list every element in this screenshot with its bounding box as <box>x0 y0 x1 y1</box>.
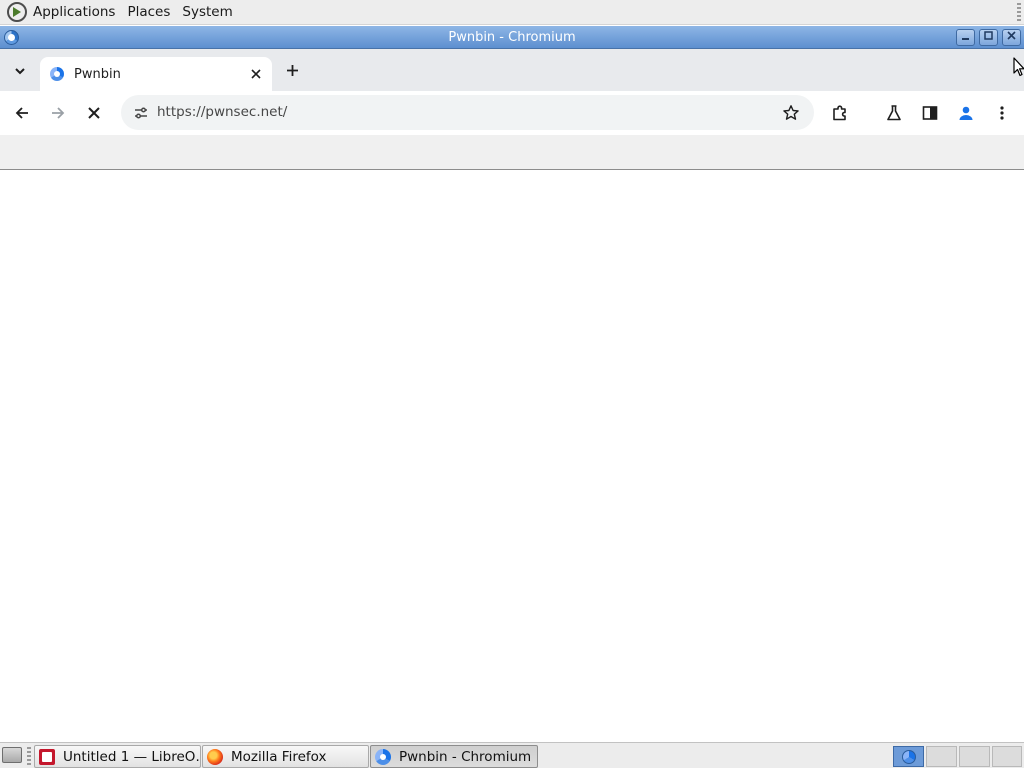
task-firefox[interactable]: Mozilla Firefox <box>202 745 369 768</box>
places-menu[interactable]: Places <box>127 4 170 20</box>
browser-toolbar: https://pwnsec.net/ <box>0 91 1024 135</box>
bookmark-bar <box>0 135 1024 170</box>
chromium-icon <box>902 750 916 764</box>
workspace-3[interactable] <box>959 746 990 767</box>
bottom-taskbar: Untitled 1 — LibreO… Mozilla Firefox Pwn… <box>0 742 1024 768</box>
workspace-1[interactable] <box>893 746 924 767</box>
tab-strip: Pwnbin <box>0 49 1024 91</box>
bookmark-button[interactable] <box>777 99 805 127</box>
profile-avatar-icon <box>959 106 973 120</box>
panel-handle[interactable] <box>1017 3 1021 21</box>
more-vertical-icon <box>1000 106 1004 120</box>
side-panel-button[interactable] <box>916 99 944 127</box>
favicon-icon <box>50 67 64 81</box>
puzzle-icon <box>833 105 846 121</box>
chevron-down-icon <box>15 68 25 75</box>
mouse-cursor-icon <box>1013 57 1024 77</box>
window-titlebar[interactable]: Pwnbin - Chromium <box>0 26 1024 49</box>
arrow-left-icon <box>15 107 28 119</box>
tab-title: Pwnbin <box>74 66 121 82</box>
workspace-2[interactable] <box>926 746 957 767</box>
tab-search-button[interactable] <box>8 59 32 83</box>
show-desktop-button[interactable] <box>2 747 22 763</box>
system-menu[interactable]: System <box>182 4 232 20</box>
stop-loading-button[interactable] <box>80 99 108 127</box>
maximize-button[interactable] <box>979 29 998 46</box>
task-label: Untitled 1 — LibreO… <box>63 748 201 765</box>
task-label: Mozilla Firefox <box>231 748 327 765</box>
close-icon <box>1007 31 1016 40</box>
stop-icon <box>88 107 100 119</box>
arrow-right-icon <box>52 107 65 119</box>
browser-menu-button[interactable] <box>988 99 1016 127</box>
chromium-icon <box>375 748 391 765</box>
profile-button[interactable] <box>952 99 980 127</box>
extensions-button[interactable] <box>826 99 854 127</box>
side-panel-icon <box>922 106 938 120</box>
maximize-icon <box>984 31 993 40</box>
close-icon <box>251 69 261 79</box>
flask-icon <box>887 105 901 121</box>
address-bar[interactable]: https://pwnsec.net/ <box>121 95 814 130</box>
labs-button[interactable] <box>880 99 908 127</box>
page-viewport[interactable] <box>0 171 1024 742</box>
tab-close-button[interactable] <box>246 64 266 84</box>
star-icon <box>783 105 799 120</box>
minimize-icon <box>962 38 969 40</box>
minimize-button[interactable] <box>956 29 975 46</box>
url-text[interactable]: https://pwnsec.net/ <box>157 104 287 120</box>
libreoffice-icon <box>39 748 55 765</box>
distro-logo-icon[interactable] <box>7 2 27 22</box>
window-title: Pwnbin - Chromium <box>448 30 576 45</box>
site-info-button[interactable] <box>127 99 155 127</box>
firefox-icon <box>207 748 223 765</box>
task-chromium[interactable]: Pwnbin - Chromium <box>370 745 538 768</box>
forward-button[interactable] <box>44 99 72 127</box>
close-window-button[interactable] <box>1002 29 1021 46</box>
new-tab-button[interactable] <box>280 59 304 81</box>
taskbar-handle[interactable] <box>27 747 31 765</box>
task-label: Pwnbin - Chromium <box>399 748 532 765</box>
back-button[interactable] <box>8 99 36 127</box>
task-libreoffice[interactable]: Untitled 1 — LibreO… <box>34 745 201 768</box>
top-panel: Applications Places System <box>0 0 1024 25</box>
tune-icon <box>135 107 147 119</box>
plus-icon <box>286 64 298 76</box>
workspace-4[interactable] <box>992 746 1022 767</box>
applications-menu[interactable]: Applications <box>33 4 115 20</box>
tab-pwnbin[interactable]: Pwnbin <box>40 57 272 91</box>
